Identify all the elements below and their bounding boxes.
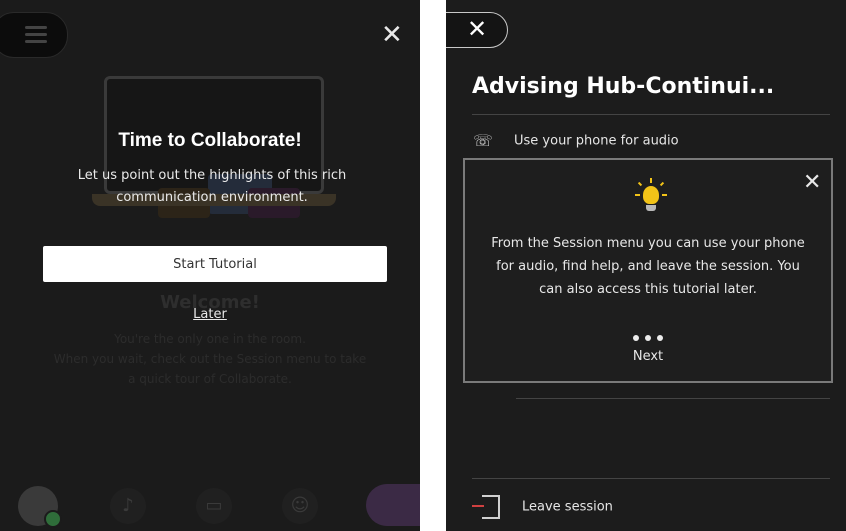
divider bbox=[472, 114, 830, 115]
avatar[interactable] bbox=[18, 486, 62, 528]
intro-title: Time to Collaborate! bbox=[118, 130, 302, 151]
start-tutorial-button[interactable]: Start Tutorial bbox=[43, 246, 387, 282]
welcome-text-line: a quick tour of Collaborate. bbox=[128, 372, 292, 386]
tooltip-text: From the Session menu you can use your p… bbox=[491, 236, 805, 297]
phone-icon: ☏ bbox=[472, 131, 493, 150]
session-title: Advising Hub-Continui... bbox=[472, 74, 775, 99]
collaborate-panel-button[interactable] bbox=[366, 484, 420, 526]
next-button[interactable]: Next bbox=[465, 348, 831, 365]
tooltip-close-icon[interactable]: ✕ bbox=[803, 170, 821, 196]
divider bbox=[472, 478, 830, 479]
collaborate-intro-panel: ✕ Time to Collaborate! Let us point out … bbox=[0, 0, 420, 531]
intro-description: Let us point out the highlights of this … bbox=[77, 168, 347, 205]
later-link[interactable]: Later bbox=[0, 307, 420, 322]
session-menu-button[interactable] bbox=[0, 12, 68, 58]
exit-icon bbox=[472, 495, 500, 519]
tutorial-step-dots bbox=[465, 326, 831, 345]
phone-audio-item[interactable]: ☏ Use your phone for audio bbox=[472, 130, 679, 152]
divider bbox=[516, 398, 830, 399]
welcome-text-line: When you wait, check out the Session men… bbox=[53, 352, 367, 366]
share-icon[interactable]: ☺ bbox=[282, 488, 318, 524]
session-menu-panel: ✕ Advising Hub-Continui... ☏ Use your pho… bbox=[446, 0, 846, 531]
phone-audio-label: Use your phone for audio bbox=[514, 133, 679, 149]
close-icon: ✕ bbox=[467, 15, 488, 43]
close-icon[interactable]: ✕ bbox=[381, 22, 403, 48]
camera-icon[interactable]: ▭ bbox=[196, 488, 232, 524]
lightbulb-icon bbox=[633, 178, 669, 214]
microphone-icon[interactable]: ♪ bbox=[110, 488, 146, 524]
bottom-toolbar: ♪ ▭ ☺ bbox=[0, 470, 420, 531]
tutorial-tooltip: ✕ From the Session menu you can use your… bbox=[463, 158, 833, 383]
welcome-text-line: You're the only one in the room. bbox=[114, 332, 306, 346]
hamburger-icon bbox=[25, 26, 47, 44]
leave-session-item[interactable]: Leave session bbox=[472, 495, 613, 519]
close-session-menu-button[interactable]: ✕ bbox=[446, 12, 508, 48]
leave-session-label: Leave session bbox=[522, 499, 613, 515]
status-dot bbox=[44, 510, 62, 528]
